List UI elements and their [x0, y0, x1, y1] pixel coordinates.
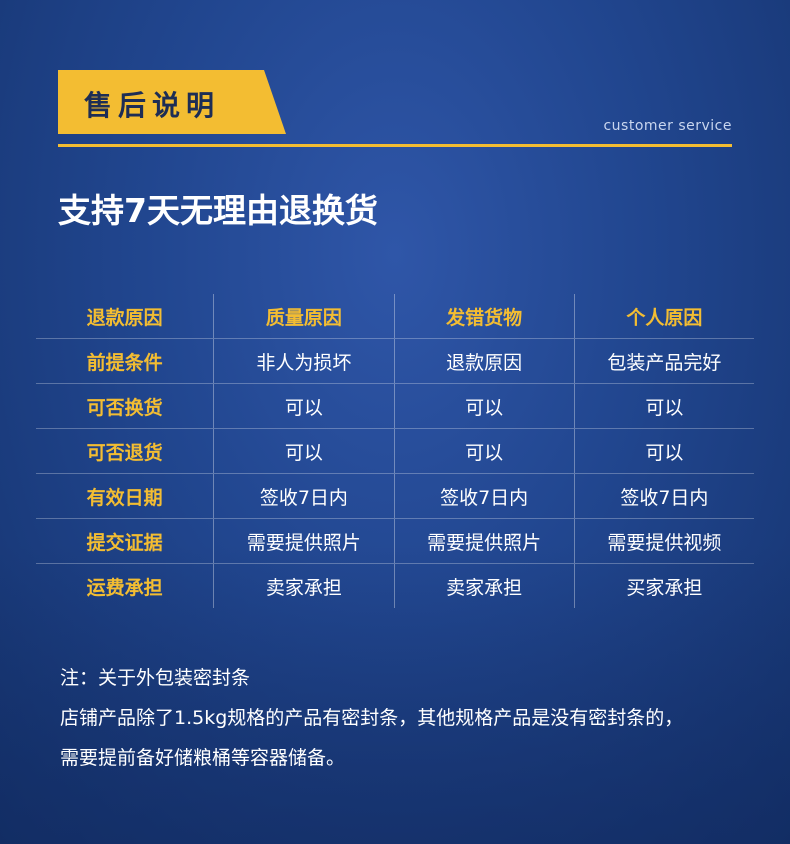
row-label: 前提条件	[86, 351, 163, 374]
table-header-cell: 个人原因	[573, 294, 754, 338]
table-row: 可否退货 可以 可以 可以	[36, 429, 754, 474]
row-label: 有效日期	[86, 486, 163, 509]
table-cell: 需要提供视频	[573, 519, 754, 563]
table-row: 前提条件 非人为损坏 退款原因 包装产品完好	[36, 339, 754, 384]
after-sales-table: 退款原因 质量原因 发错货物 个人原因 前提条件 非人为损坏 退款原因 包装产品…	[36, 294, 754, 608]
table-header-cell: 质量原因	[213, 294, 393, 338]
table-cell: 可以	[573, 384, 754, 428]
table-cell: 可以	[213, 429, 393, 473]
table-cell: 卖家承担	[213, 564, 393, 608]
row-label: 提交证据	[86, 531, 163, 554]
row-label: 可否换货	[86, 396, 163, 419]
table-cell: 可以	[573, 429, 754, 473]
table-cell: 退款原因	[393, 339, 574, 383]
section-subtitle: customer service	[603, 118, 732, 134]
table-row: 可否换货 可以 可以 可以	[36, 384, 754, 429]
section-title: 售后说明	[84, 89, 221, 122]
note-line: 注：关于外包装密封条	[60, 667, 251, 689]
table-header-row: 退款原因 质量原因 发错货物 个人原因	[36, 294, 754, 339]
table-cell: 签收7日内	[573, 474, 754, 518]
table-row: 运费承担 卖家承担 卖家承担 买家承担	[36, 564, 754, 608]
note-line: 需要提前备好储粮桶等容器储备。	[60, 747, 346, 769]
table-cell: 签收7日内	[213, 474, 393, 518]
table-row: 提交证据 需要提供照片 需要提供照片 需要提供视频	[36, 519, 754, 564]
header-divider	[58, 144, 732, 147]
table-cell: 可以	[213, 384, 393, 428]
row-label: 运费承担	[86, 576, 163, 599]
table-row: 有效日期 签收7日内 签收7日内 签收7日内	[36, 474, 754, 519]
notes: 注：关于外包装密封条 店铺产品除了1.5kg规格的产品有密封条，其他规格产品是没…	[60, 658, 683, 778]
table-cell: 非人为损坏	[213, 339, 393, 383]
note-line: 店铺产品除了1.5kg规格的产品有密封条，其他规格产品是没有密封条的，	[60, 707, 684, 729]
row-label: 可否退货	[86, 441, 163, 464]
headline: 支持7天无理由退换货	[58, 191, 378, 230]
table-cell: 可以	[393, 384, 574, 428]
table-header-cell: 退款原因	[86, 306, 163, 329]
section-title-tag: 售后说明	[58, 70, 286, 134]
table-cell: 需要提供照片	[393, 519, 574, 563]
table-cell: 包装产品完好	[573, 339, 754, 383]
table-cell: 卖家承担	[393, 564, 574, 608]
table-header-cell: 发错货物	[393, 294, 574, 338]
table-cell: 需要提供照片	[213, 519, 393, 563]
table-cell: 可以	[393, 429, 574, 473]
table-cell: 买家承担	[573, 564, 754, 608]
table-cell: 签收7日内	[393, 474, 574, 518]
